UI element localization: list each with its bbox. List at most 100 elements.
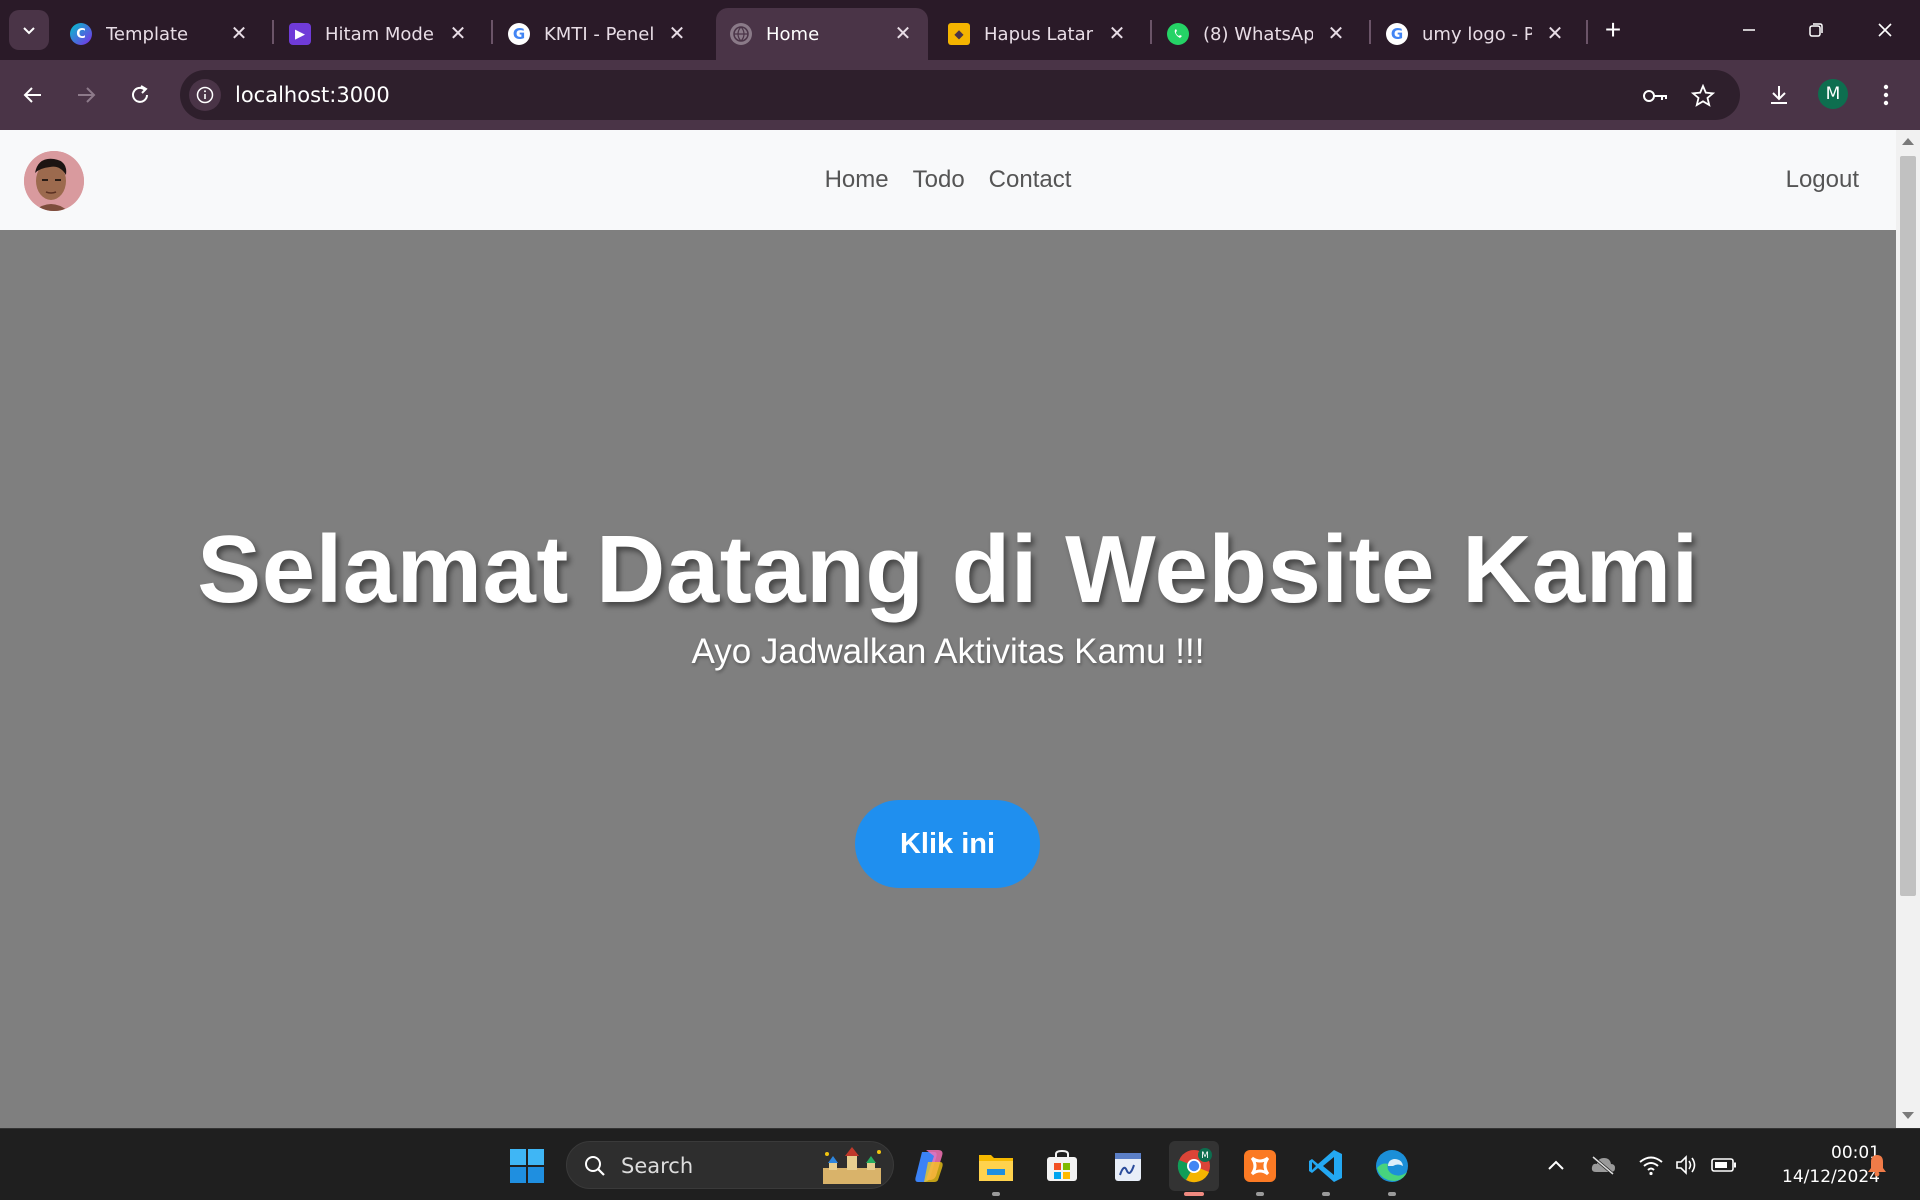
tab-template[interactable]: C Template ✕ (56, 8, 264, 60)
file-explorer-icon (979, 1155, 1013, 1181)
site-info-button[interactable] (189, 79, 221, 111)
xampp-icon (1244, 1150, 1276, 1182)
tab-search-button[interactable] (9, 10, 49, 50)
tab-whatsapp[interactable]: (8) WhatsApp ✕ (1153, 8, 1361, 60)
start-button[interactable] (502, 1141, 552, 1191)
taskbar-clock[interactable]: 00:01 14/12/2024 (1752, 1141, 1880, 1189)
close-icon[interactable]: ✕ (228, 22, 250, 44)
google-icon: G (1386, 23, 1408, 45)
battery-icon (1711, 1158, 1736, 1172)
running-indicator (1256, 1192, 1264, 1196)
taskbar-vscode[interactable] (1301, 1141, 1351, 1196)
tab-hapus-latar[interactable]: ◆ Hapus Latar B ✕ (934, 8, 1142, 60)
taskbar-notepad[interactable] (1103, 1141, 1153, 1191)
url-text[interactable]: localhost:3000 (235, 83, 390, 107)
close-icon[interactable]: ✕ (1544, 22, 1566, 44)
nav-link-contact[interactable]: Contact (989, 166, 1072, 194)
taskbar-xampp[interactable] (1235, 1141, 1285, 1196)
bell-icon (1868, 1155, 1886, 1177)
restore-button[interactable] (1791, 8, 1841, 52)
hero-subtitle: Ayo Jadwalkan Aktivitas Kamu !!! (691, 632, 1205, 671)
notifications-button[interactable] (1864, 1152, 1890, 1178)
tab-separator (1586, 20, 1588, 44)
tray-wifi[interactable] (1638, 1152, 1664, 1178)
volume-icon (1676, 1155, 1696, 1175)
search-icon (585, 1156, 605, 1176)
canva-icon: C (70, 23, 92, 45)
copilot-icon (915, 1150, 943, 1182)
tray-overflow-button[interactable] (1543, 1152, 1569, 1178)
running-indicator (992, 1192, 1000, 1196)
minimize-button[interactable] (1724, 8, 1774, 52)
password-key-button[interactable] (1642, 82, 1670, 110)
tab-separator (1150, 20, 1152, 44)
reload-button[interactable] (121, 76, 159, 114)
reload-icon (132, 85, 148, 103)
vscode-icon (1309, 1150, 1342, 1182)
site-navbar: Home Todo Contact Logout (0, 130, 1896, 230)
active-indicator (1184, 1192, 1204, 1196)
tab-home[interactable]: Home ✕ (716, 8, 928, 60)
google-icon: G (508, 23, 530, 45)
cloud-offline-icon (1591, 1155, 1615, 1175)
tab-separator (491, 20, 493, 44)
chevron-up-icon (1548, 1160, 1564, 1170)
nav-link-todo[interactable]: Todo (913, 166, 965, 194)
edge-icon (1376, 1150, 1408, 1182)
close-icon[interactable]: ✕ (447, 22, 469, 44)
close-icon[interactable]: ✕ (892, 22, 914, 44)
hero-title: Selamat Datang di Website Kami (197, 516, 1699, 623)
taskbar-store[interactable] (1037, 1141, 1087, 1191)
bookmark-button[interactable] (1689, 82, 1717, 110)
tab-umy-logo[interactable]: G umy logo - Pe ✕ (1372, 8, 1580, 60)
close-icon[interactable]: ✕ (1106, 22, 1128, 44)
nav-link-home[interactable]: Home (825, 166, 889, 194)
browser-toolbar: localhost:3000 M (0, 60, 1920, 130)
address-bar[interactable]: localhost:3000 (180, 70, 1740, 120)
new-tab-button[interactable]: + (1597, 14, 1629, 46)
info-icon (196, 86, 214, 104)
windows-taskbar: Search M 00:01 14/12/2024 (0, 1128, 1920, 1200)
browser-tab-strip: C Template ✕ ▶ Hitam Moderr ✕ G KMTI - P… (0, 0, 1920, 60)
taskbar-chrome[interactable]: M (1169, 1141, 1219, 1196)
close-window-button[interactable] (1860, 8, 1910, 52)
whatsapp-icon (1167, 23, 1189, 45)
tray-onedrive[interactable] (1590, 1152, 1616, 1178)
downloads-button[interactable] (1760, 76, 1798, 114)
forward-button[interactable] (67, 76, 105, 114)
tray-battery[interactable] (1711, 1152, 1737, 1178)
close-icon[interactable]: ✕ (1325, 22, 1347, 44)
scroll-thumb[interactable] (1900, 156, 1916, 896)
nav-links: Home Todo Contact (0, 130, 1896, 230)
taskbar-copilot[interactable] (905, 1141, 955, 1191)
close-icon[interactable]: ✕ (666, 22, 688, 44)
taskbar-search[interactable]: Search (566, 1141, 894, 1189)
tab-separator (1369, 20, 1371, 44)
back-button[interactable] (14, 76, 52, 114)
cta-button[interactable]: Klik ini (855, 800, 1040, 888)
page-scrollbar[interactable] (1896, 130, 1920, 1128)
taskbar-edge[interactable] (1367, 1141, 1417, 1196)
taskbar-file-explorer[interactable] (971, 1141, 1021, 1196)
scroll-down-icon[interactable] (1902, 1112, 1914, 1119)
browser-menu-button[interactable] (1867, 76, 1905, 114)
key-icon (1643, 90, 1667, 102)
tab-separator (272, 20, 274, 44)
logout-link[interactable]: Logout (1786, 166, 1859, 194)
windows-logo-icon (510, 1149, 544, 1183)
tab-kmti[interactable]: G KMTI - Penelu ✕ (494, 8, 702, 60)
scroll-up-icon[interactable] (1902, 138, 1914, 145)
arrow-right-icon (78, 87, 96, 103)
notepad-icon (1115, 1153, 1141, 1181)
running-indicator (1388, 1192, 1396, 1196)
arrow-left-icon (23, 87, 41, 103)
download-icon (1771, 86, 1787, 104)
profile-avatar[interactable]: M (1818, 79, 1848, 109)
running-indicator (1322, 1192, 1330, 1196)
video-icon: ▶ (289, 23, 311, 45)
tab-hitam-modern[interactable]: ▶ Hitam Moderr ✕ (275, 8, 483, 60)
chevron-down-icon (23, 27, 35, 35)
search-highlight-icon (823, 1147, 881, 1184)
tray-volume[interactable] (1674, 1152, 1700, 1178)
minimize-icon (1743, 29, 1755, 31)
